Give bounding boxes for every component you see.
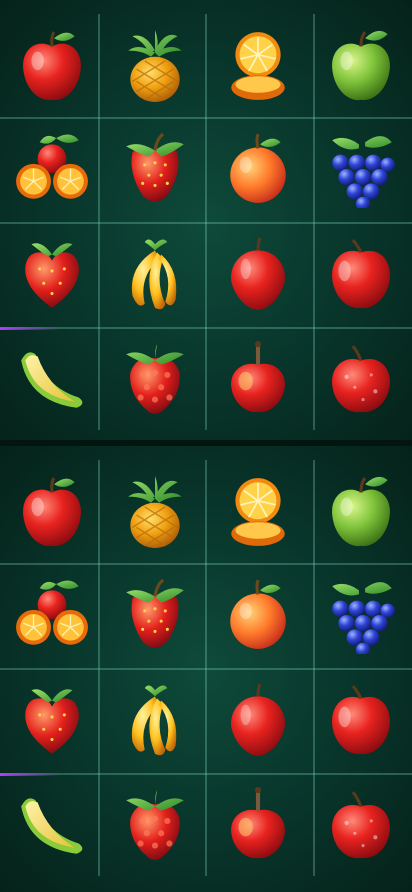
melon-slice-icon (20, 352, 82, 408)
slot-cell (206, 460, 309, 564)
grid-line (0, 668, 412, 670)
banana-bunch-icon (131, 239, 176, 310)
apple-stem-icon (230, 787, 285, 859)
slot-cell (206, 118, 309, 222)
red-apple-icon (331, 239, 390, 309)
red-plum-icon (230, 237, 285, 310)
banana-bunch-icon (131, 685, 176, 756)
slot-cell (309, 326, 412, 430)
slot-cell (103, 564, 206, 668)
slot-cell (206, 222, 309, 326)
red-apple-shiny-icon (331, 791, 390, 859)
grid-line (0, 773, 412, 775)
slot-cell (206, 14, 309, 118)
red-apple-icon (331, 685, 390, 755)
slot-cell (0, 326, 103, 430)
slot-cell (309, 772, 412, 876)
slot-cell (103, 222, 206, 326)
orange-slices-icon (230, 478, 285, 546)
slot-cell (103, 668, 206, 772)
grapes-icon (331, 582, 395, 654)
slot-cell (206, 326, 309, 430)
red-plum-icon (230, 683, 285, 756)
strawberry-icon (125, 132, 184, 202)
slot-cell (309, 118, 412, 222)
green-apple-icon (331, 30, 390, 101)
slot-cell (103, 772, 206, 876)
slot-cell (309, 460, 412, 564)
slot-cell (103, 14, 206, 118)
slot-cell (103, 326, 206, 430)
strawberry-heart-icon (24, 689, 79, 754)
pineapple-icon (127, 476, 182, 548)
grid-line (0, 563, 412, 565)
slot-cell (0, 564, 103, 668)
slot-cell (309, 668, 412, 772)
raspberry-icon (125, 344, 184, 414)
slot-cell (103, 460, 206, 564)
slot-cell (309, 564, 412, 668)
oranges-halves-icon (15, 134, 88, 199)
slot-cell (0, 772, 103, 876)
apple-icon (22, 31, 81, 101)
peach-icon (229, 133, 286, 203)
slot-cell (206, 772, 309, 876)
grid-line (0, 117, 412, 119)
top-board (0, 0, 412, 446)
slot-cell (206, 564, 309, 668)
slot-cell (0, 118, 103, 222)
slot-cell (309, 14, 412, 118)
row-glow (0, 327, 60, 330)
peach-icon (229, 579, 286, 649)
slot-cell (0, 668, 103, 772)
slot-cell (0, 222, 103, 326)
grid-line (0, 222, 412, 224)
red-apple-shiny-icon (331, 345, 390, 413)
strawberry-icon (125, 578, 184, 648)
apple-icon (22, 477, 81, 547)
green-apple-icon (331, 476, 390, 547)
grid-line (0, 327, 412, 329)
slot-cell (0, 14, 103, 118)
slot-cell (206, 668, 309, 772)
grapes-icon (331, 136, 395, 208)
slot-cell (309, 222, 412, 326)
orange-slices-icon (230, 32, 285, 100)
slot-cell (103, 118, 206, 222)
pineapple-icon (127, 30, 182, 102)
strawberry-heart-icon (24, 243, 79, 308)
apple-stem-icon (230, 341, 285, 413)
bottom-board (0, 446, 412, 892)
row-glow (0, 773, 60, 776)
melon-slice-icon (20, 798, 82, 854)
slot-cell (0, 460, 103, 564)
oranges-halves-icon (15, 580, 88, 645)
raspberry-icon (125, 790, 184, 860)
